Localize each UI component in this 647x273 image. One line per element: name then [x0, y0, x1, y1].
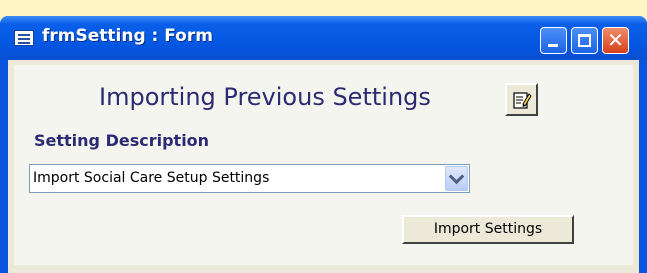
form-icon[interactable]: [14, 30, 34, 46]
setting-description-combo[interactable]: Import Social Care Setup Settings: [29, 164, 470, 193]
minimize-icon: [548, 44, 558, 47]
setting-description-label: Setting Description: [34, 131, 210, 150]
dropdown-button[interactable]: [445, 166, 468, 191]
close-button[interactable]: ✕: [602, 27, 629, 54]
edit-settings-button[interactable]: [505, 83, 538, 116]
title-bar[interactable]: frmSetting : Form ✕: [0, 16, 647, 60]
minimize-button[interactable]: [540, 27, 567, 54]
window-client-area: Importing Previous Settings Setting Desc…: [8, 60, 639, 273]
window-title: frmSetting : Form: [42, 26, 213, 46]
maximize-button[interactable]: [571, 27, 598, 54]
import-settings-button[interactable]: Import Settings: [402, 215, 574, 244]
setting-description-value: Import Social Care Setup Settings: [33, 170, 270, 186]
form-body: Importing Previous Settings Setting Desc…: [14, 65, 633, 265]
form-heading: Importing Previous Settings: [99, 83, 431, 111]
maximize-icon: [578, 34, 591, 47]
edit-notepad-icon: [513, 92, 532, 109]
close-icon: ✕: [607, 28, 624, 52]
chevron-down-icon: [448, 168, 465, 185]
form-window: frmSetting : Form ✕ Importing Previous S…: [0, 16, 647, 273]
